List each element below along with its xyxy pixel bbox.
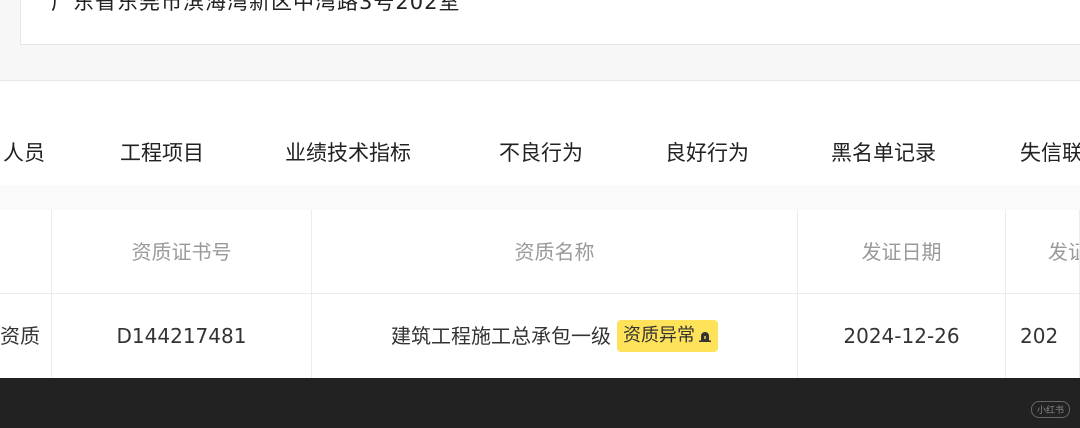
- tab-bad-behavior[interactable]: 不良行为: [499, 81, 583, 185]
- address-text: 广东省东莞市滨海湾新区中湾路3号202室: [51, 0, 461, 14]
- tab-projects[interactable]: 工程项目: [120, 81, 204, 185]
- header-cell-type: [0, 210, 52, 294]
- alarm-icon: [699, 331, 711, 342]
- qualification-table: 资质证书号 资质名称 发证日期 发证 资质 D144217481 建筑工程施工总…: [0, 210, 1080, 378]
- row-col5: 202: [1006, 294, 1080, 378]
- row-cert-name-cell: 建筑工程施工总承包一级 资质异常: [312, 294, 798, 378]
- row-cert-name: 建筑工程施工总承包一级: [391, 324, 611, 348]
- tab-personnel[interactable]: 人员: [3, 81, 45, 185]
- tab-blacklist[interactable]: 黑名单记录: [831, 81, 936, 185]
- header-cert-no: 资质证书号: [52, 210, 312, 294]
- row-cert-no: D144217481: [52, 294, 312, 378]
- row-type: 资质: [0, 294, 52, 378]
- address-card: 广东省东莞市滨海湾新区中湾路3号202室: [20, 0, 1080, 45]
- tab-good-behavior[interactable]: 良好行为: [665, 81, 749, 185]
- status-badge[interactable]: 资质异常: [617, 319, 718, 352]
- bottom-bar: 小红书: [0, 378, 1080, 428]
- header-cert-name: 资质名称: [312, 210, 798, 294]
- address-section: 广东省东莞市滨海湾新区中湾路3号202室: [0, 0, 1080, 80]
- header-col5: 发证: [1006, 210, 1080, 294]
- watermark: 小红书: [1030, 401, 1070, 418]
- tab-performance[interactable]: 业绩技术指标: [285, 81, 411, 185]
- row-issue-date: 2024-12-26: [798, 294, 1006, 378]
- section-gap: [0, 185, 1080, 210]
- status-badge-label: 资质异常: [623, 324, 695, 346]
- tab-dishonest[interactable]: 失信联: [1020, 81, 1080, 185]
- header-issue-date: 发证日期: [798, 210, 1006, 294]
- tab-bar: 人员 工程项目 业绩技术指标 不良行为 良好行为 黑名单记录 失信联: [0, 80, 1080, 186]
